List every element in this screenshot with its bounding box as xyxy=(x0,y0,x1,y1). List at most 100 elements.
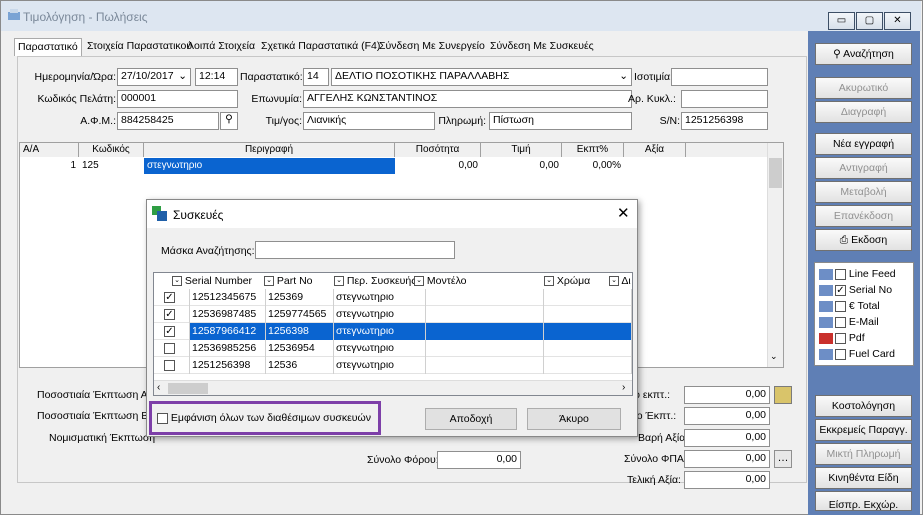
part-cell[interactable]: 1256398 xyxy=(266,323,334,340)
col-price[interactable]: Τιμή xyxy=(481,143,562,157)
arkykl-field[interactable] xyxy=(681,90,768,108)
chevron-left-icon[interactable]: ‹ xyxy=(157,382,160,393)
vat-field[interactable]: 0,00 xyxy=(684,450,770,468)
scroll-thumb[interactable] xyxy=(168,383,208,394)
close-button[interactable]: ✕ xyxy=(884,12,911,30)
serial-cell[interactable]: 12512345675 xyxy=(190,289,266,306)
color-cell[interactable] xyxy=(544,289,632,306)
color-cell[interactable] xyxy=(544,323,632,340)
col-value[interactable]: Αξία xyxy=(624,143,686,157)
tab-document-details[interactable]: Στοιχεία Παραστατικού xyxy=(84,38,195,56)
close-icon[interactable]: ✕ xyxy=(617,204,630,222)
sn-field[interactable]: 1251256398 xyxy=(681,112,768,130)
model-cell[interactable] xyxy=(426,289,544,306)
col-aa[interactable]: Α/Α xyxy=(20,143,79,157)
model-cell[interactable] xyxy=(426,357,544,374)
r2-field[interactable]: 0,00 xyxy=(684,407,770,425)
pending-orders-button[interactable]: Εκκρεμείς Παραγγ. xyxy=(815,419,912,441)
part-cell[interactable]: 12536954 xyxy=(266,340,334,357)
col-code[interactable]: Κωδικός xyxy=(79,143,144,157)
doc-name-select[interactable]: ΔΕΛΤΙΟ ΠΟΣΟΤΙΚΗΣ ΠΑΡΑΛΛΑΒΗΣ ⌄ xyxy=(331,68,632,86)
desc-cell[interactable]: στεγνωτηριο xyxy=(334,357,426,374)
maximize-button[interactable]: ▢ xyxy=(856,12,883,30)
row-checkbox[interactable]: ✓ xyxy=(154,306,190,323)
row-checkbox[interactable] xyxy=(154,357,190,374)
col-device-desc[interactable]: ⌄ Περ. Συσκευής xyxy=(334,273,414,289)
device-row[interactable]: 1251256398 12536 στεγνωτηριο xyxy=(154,357,632,374)
chevron-right-icon[interactable]: › xyxy=(622,382,625,393)
model-cell[interactable] xyxy=(426,340,544,357)
show-all-checkbox[interactable]: Εμφάνιση όλων των διαθέσιμων συσκευών xyxy=(157,412,371,424)
color-cell[interactable] xyxy=(544,340,632,357)
desc-cell[interactable]: στεγνωτηριο xyxy=(334,289,426,306)
date-field[interactable]: 27/10/2017 ⌄ xyxy=(117,68,191,86)
serial-cell[interactable]: 1251256398 xyxy=(190,357,266,374)
cell-quantity[interactable]: 0,00 xyxy=(395,158,481,174)
device-row[interactable]: ✓ 12536987485 1259774565 στεγνωτηριο xyxy=(154,306,632,323)
option-line-feed[interactable]: Line Feed xyxy=(819,267,896,282)
desc-cell[interactable]: στεγνωτηριο xyxy=(334,306,426,323)
print-button[interactable]: ⎙ Εκδοση xyxy=(815,229,912,251)
row-checkbox[interactable]: ✓ xyxy=(154,289,190,306)
grid-scrollbar[interactable]: ⌄ xyxy=(767,143,783,367)
name-field[interactable]: ΑΓΓΕΛΗΣ ΚΩΝΣΤΑΝΤΙΝΟΣ xyxy=(303,90,632,108)
scroll-thumb[interactable] xyxy=(769,158,782,188)
afm-field[interactable]: 884258425 xyxy=(117,112,219,130)
receipts-button[interactable]: Είσπρ. Εκχώρ. xyxy=(815,491,912,511)
r3-field[interactable]: 0,00 xyxy=(684,429,770,447)
color-cell[interactable] xyxy=(544,306,632,323)
model-cell[interactable] xyxy=(426,306,544,323)
mask-search-input[interactable] xyxy=(255,241,455,259)
device-row[interactable]: ✓ 12587966412 1256398 στεγνωτηριο xyxy=(154,323,632,340)
cell-aa[interactable]: 1 xyxy=(20,158,79,174)
col-quantity[interactable]: Ποσότητα xyxy=(395,143,481,157)
col-serial[interactable]: ⌄ Serial Number xyxy=(172,273,262,289)
col-discount[interactable]: Εκπτ% xyxy=(562,143,624,157)
device-row[interactable]: ✓ 12512345675 125369 στεγνωτηριο xyxy=(154,289,632,306)
serial-cell[interactable]: 12536987485 xyxy=(190,306,266,323)
cell-price[interactable]: 0,00 xyxy=(481,158,562,174)
tab-document[interactable]: Παραστατικό xyxy=(14,38,82,56)
delete-button[interactable]: Διαγραφή xyxy=(815,101,912,123)
serial-cell[interactable]: 12587966412 xyxy=(190,323,266,340)
horizontal-scrollbar[interactable]: ‹ › xyxy=(154,380,632,395)
part-cell[interactable]: 12536 xyxy=(266,357,334,374)
pricelist-field[interactable]: Λιανικής xyxy=(303,112,435,130)
reissue-button[interactable]: Επανέκδοση xyxy=(815,205,912,227)
search-button[interactable]: ⚲ Αναζήτηση xyxy=(815,43,912,65)
payment-field[interactable]: Πίστωση xyxy=(489,112,632,130)
tab-workshop-link[interactable]: Σύνδεση Με Συνεργείο xyxy=(376,38,488,56)
row-checkbox[interactable] xyxy=(154,340,190,357)
color-cell[interactable] xyxy=(544,357,632,374)
calculator-icon[interactable] xyxy=(774,386,792,404)
cell-code[interactable]: 125 xyxy=(79,158,144,174)
col-part-no[interactable]: ⌄ Part No xyxy=(264,273,334,289)
search-icon[interactable]: ⚲ xyxy=(220,112,238,130)
tab-devices-link[interactable]: Σύνδεση Με Συσκευές xyxy=(487,38,597,56)
cancel-doc-button[interactable]: Ακυρωτικό xyxy=(815,77,912,99)
row-checkbox[interactable]: ✓ xyxy=(154,323,190,340)
tax-field[interactable]: 0,00 xyxy=(437,451,521,469)
option-serial-no[interactable]: ✓ Serial No xyxy=(819,283,892,298)
doc-code-field[interactable]: 14 xyxy=(303,68,329,86)
model-cell[interactable] xyxy=(426,323,544,340)
col-model[interactable]: ⌄ Μοντέλο xyxy=(414,273,534,289)
desc-cell[interactable]: στεγνωτηριο xyxy=(334,340,426,357)
col-extra[interactable]: ⌄ Δι xyxy=(609,273,632,289)
chevron-down-icon[interactable]: ⌄ xyxy=(770,351,778,362)
option-pdf[interactable]: Pdf xyxy=(819,331,865,346)
total-field[interactable]: 0,00 xyxy=(684,471,770,489)
customer-field[interactable]: 000001 xyxy=(117,90,238,108)
col-description[interactable]: Περιγραφή xyxy=(144,143,395,157)
accept-button[interactable]: Αποδοχή xyxy=(425,408,517,430)
minimize-button[interactable]: ▭ xyxy=(828,12,855,30)
isotimia-field[interactable] xyxy=(671,68,768,86)
costing-button[interactable]: Κοστολόγηση xyxy=(815,395,912,417)
new-record-button[interactable]: Νέα εγγραφή xyxy=(815,133,912,155)
mixed-payment-button[interactable]: Μικτή Πληρωμή xyxy=(815,443,912,465)
option-email[interactable]: E-Mail xyxy=(819,315,879,330)
time-field[interactable]: 12:14 xyxy=(195,68,238,86)
more-button[interactable]: … xyxy=(774,450,792,468)
cell-value[interactable] xyxy=(624,158,686,174)
copy-button[interactable]: Αντιγραφή xyxy=(815,157,912,179)
